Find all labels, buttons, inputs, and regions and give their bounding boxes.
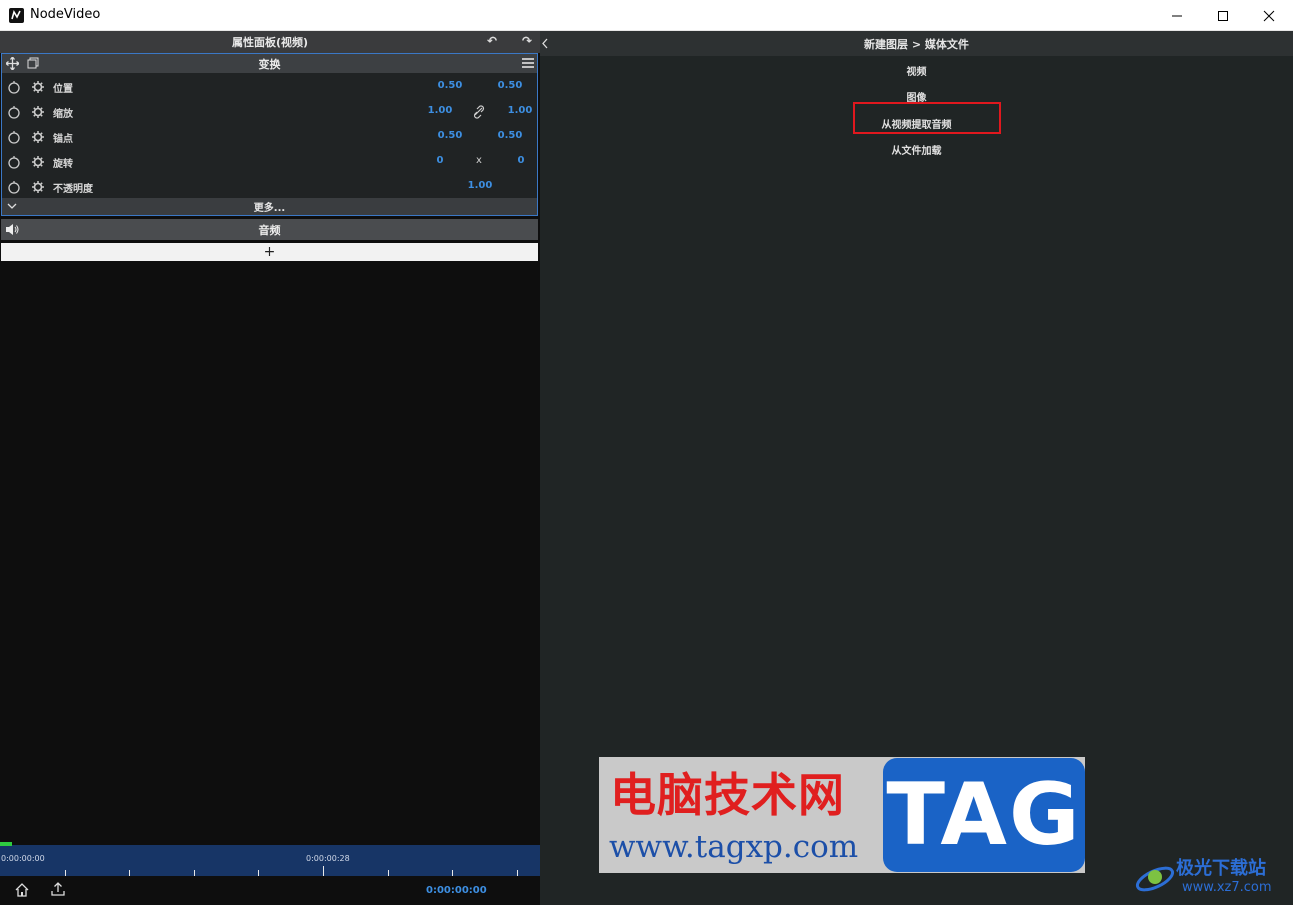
link-icon[interactable]	[472, 105, 486, 119]
audio-section-header[interactable]: 音频	[1, 219, 538, 240]
property-label: 位置	[53, 84, 73, 95]
transform-title: 变换	[258, 57, 281, 71]
anchor-y-value[interactable]: 0.50	[490, 130, 530, 141]
site-url: www.xz7.com	[1182, 880, 1272, 895]
watermark-tag-text: TAG	[886, 765, 1082, 865]
close-icon	[1263, 10, 1275, 21]
property-row-rotation: 旋转 0 x 0	[2, 150, 537, 174]
breadcrumb-text: 新建图层 > 媒体文件	[864, 37, 969, 51]
breadcrumb: 新建图层 > 媒体文件	[540, 31, 1293, 56]
transform-header: 变换	[2, 54, 537, 73]
position-x-value[interactable]: 0.50	[430, 80, 470, 91]
stopwatch-icon[interactable]	[7, 80, 21, 94]
home-icon[interactable]	[15, 883, 29, 897]
undo-icon[interactable]: ↶	[487, 34, 497, 48]
anchor-x-value[interactable]: 0.50	[430, 130, 470, 141]
add-effect-button[interactable]: +	[1, 243, 538, 261]
minimize-button[interactable]	[1154, 0, 1200, 31]
property-row-opacity: 不透明度 1.00	[2, 175, 537, 199]
speaker-icon	[6, 224, 19, 235]
timeline-start-time: 0:00:00:00	[1, 854, 45, 863]
property-label: 锚点	[53, 134, 73, 145]
current-timecode: 0:00:00:00	[426, 885, 487, 896]
scale-y-value[interactable]: 1.00	[500, 105, 540, 116]
gear-icon[interactable]	[31, 130, 45, 144]
scale-x-value[interactable]: 1.00	[420, 105, 460, 116]
properties-header: 属性面板(视频) ↶ ↷	[0, 31, 540, 53]
bottom-toolbar: 0:00:00:00	[0, 876, 540, 905]
maximize-button[interactable]	[1200, 0, 1246, 31]
watermark-tag-logo: TAG	[883, 758, 1085, 872]
close-button[interactable]	[1246, 0, 1292, 31]
rotation-degrees-value[interactable]: 0	[501, 155, 541, 166]
transform-section: 变换 位置 0.50 0.50 缩放 1.00 1.00 锚点 0.50 0.5…	[1, 53, 538, 216]
timeline-mark-time: 0:00:00:28	[306, 854, 350, 863]
properties-panel: 属性面板(视频) ↶ ↷ 变换 位置 0.50 0.50 缩放 1.00 1.0…	[0, 31, 540, 905]
property-label: 不透明度	[53, 184, 93, 195]
minimize-icon	[1172, 15, 1182, 16]
window-titlebar: NodeVideo	[0, 0, 1293, 31]
more-button[interactable]: 更多...	[2, 198, 537, 215]
add-label: +	[263, 244, 276, 260]
more-label: 更多...	[253, 203, 286, 214]
export-icon[interactable]	[51, 882, 65, 896]
position-y-value[interactable]: 0.50	[490, 80, 530, 91]
app-logo-icon	[9, 8, 24, 23]
stopwatch-icon[interactable]	[7, 105, 21, 119]
copy-icon[interactable]	[27, 57, 39, 69]
timeline-tick	[323, 866, 324, 876]
window-title: NodeVideo	[30, 7, 101, 22]
property-row-scale: 缩放 1.00 1.00	[2, 100, 537, 124]
gear-icon[interactable]	[31, 180, 45, 194]
rotation-separator: x	[476, 155, 482, 166]
property-row-anchor: 锚点 0.50 0.50	[2, 125, 537, 149]
stopwatch-icon[interactable]	[7, 155, 21, 169]
chevron-left-icon[interactable]	[541, 38, 549, 49]
gear-icon[interactable]	[31, 155, 45, 169]
panel-title: 属性面板(视频)	[231, 36, 309, 49]
opacity-value[interactable]: 1.00	[460, 180, 500, 191]
property-label: 旋转	[53, 159, 73, 170]
playhead-marker[interactable]	[0, 842, 12, 846]
stopwatch-icon[interactable]	[7, 130, 21, 144]
site-name-cn: 极光下载站	[1176, 858, 1266, 879]
menu-item-video[interactable]: 视频	[540, 63, 1293, 78]
gear-icon[interactable]	[31, 80, 45, 94]
timeline[interactable]: 0:00:00:00 0:00:00:28	[0, 842, 540, 876]
chevron-down-icon	[7, 203, 17, 209]
watermark-cn-text: 电脑技术网	[610, 768, 845, 822]
property-row-position: 位置 0.50 0.50	[2, 75, 537, 99]
stopwatch-icon[interactable]	[7, 180, 21, 194]
property-label: 缩放	[53, 109, 73, 120]
maximize-icon	[1218, 10, 1228, 21]
site-watermark: 极光下载站 www.xz7.com	[1132, 852, 1292, 902]
menu-icon[interactable]	[522, 57, 534, 69]
watermark-url: www.tagxp.com	[609, 829, 859, 865]
move-icon[interactable]	[6, 57, 19, 70]
rotation-turns-value[interactable]: 0	[420, 155, 460, 166]
audio-label: 音频	[258, 223, 281, 237]
redo-icon[interactable]: ↷	[522, 34, 532, 48]
site-logo-icon	[1135, 866, 1175, 892]
watermark-banner: 电脑技术网 www.tagxp.com TAG	[599, 757, 1085, 873]
highlight-box	[853, 102, 1001, 134]
menu-item-load-from-file[interactable]: 从文件加载	[540, 142, 1293, 157]
gear-icon[interactable]	[31, 105, 45, 119]
